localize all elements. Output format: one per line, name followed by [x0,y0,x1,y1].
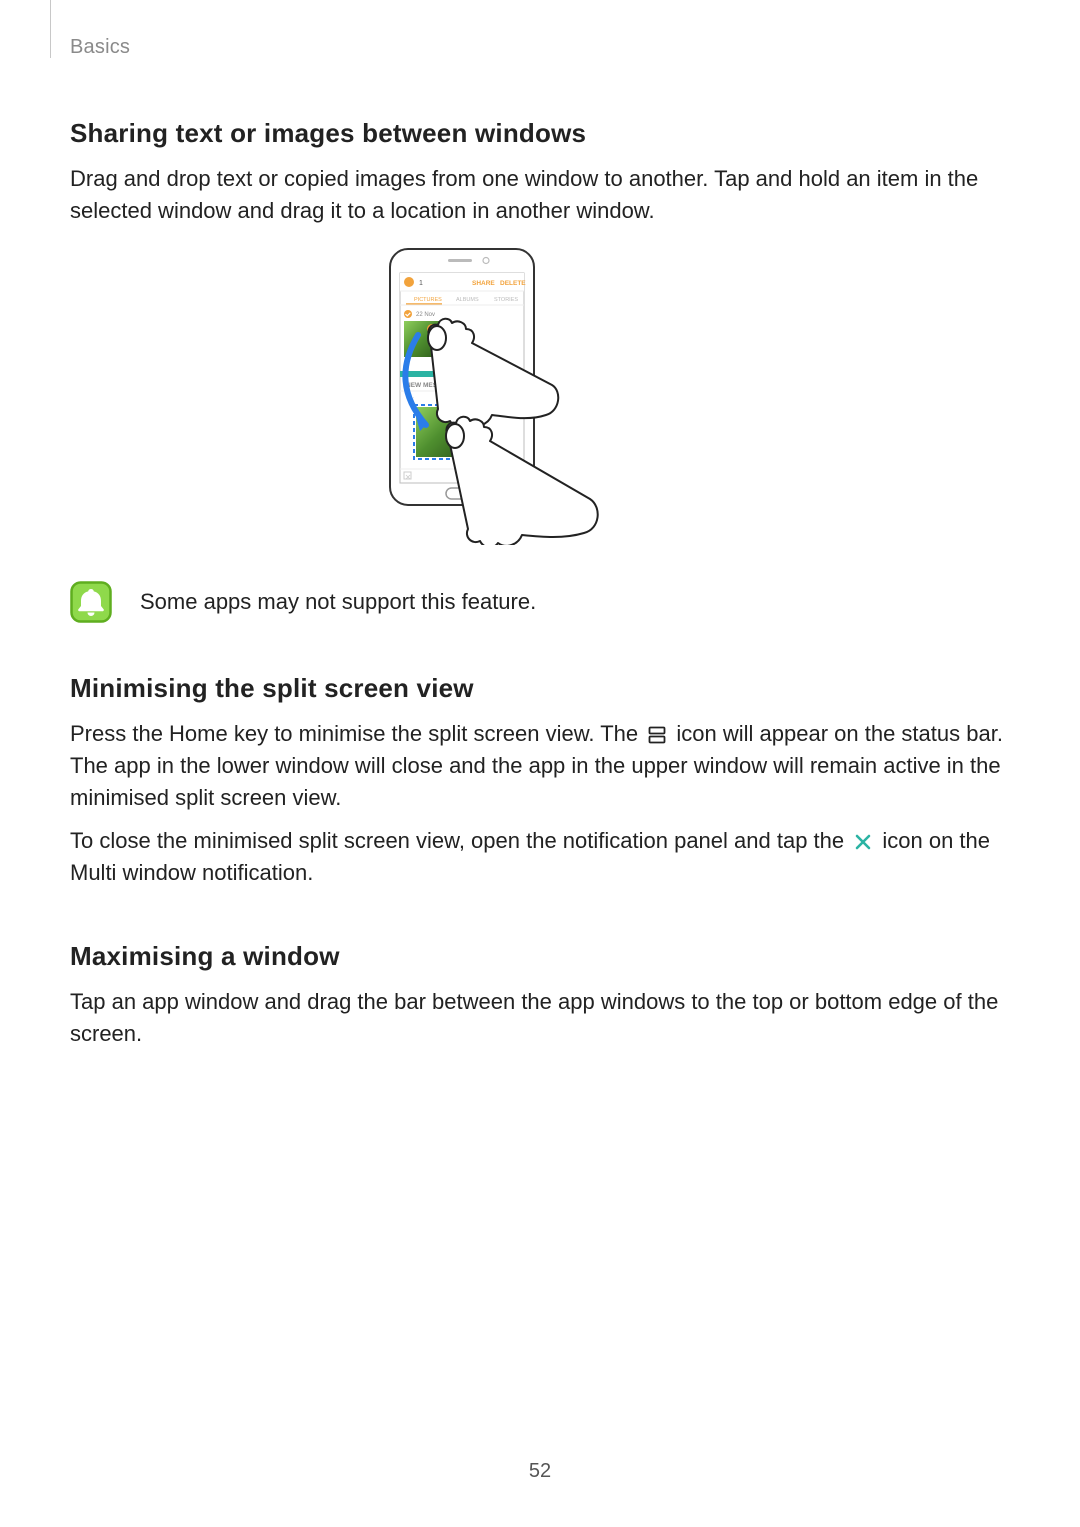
breadcrumb: Basics [70,36,130,59]
heading-maximising: Maximising a window [70,941,1010,972]
page-number: 52 [0,1460,1080,1483]
illus-delete: DELETE [500,280,526,287]
split-screen-icon [648,726,666,744]
note-row: Some apps may not support this feature. [70,581,1010,623]
note-text: Some apps may not support this feature. [140,589,536,615]
note-bell-icon [70,581,112,623]
paragraph-minimise-b: To close the minimised split screen view… [70,825,1010,889]
illus-count: 1 [419,280,423,287]
text-span: Press the Home key to minimise the split… [70,721,644,746]
svg-text:STORIES: STORIES [494,297,518,303]
heading-sharing: Sharing text or images between windows [70,118,1010,149]
text-span: To close the minimised split screen view… [70,828,850,853]
close-x-icon [854,833,872,851]
paragraph-minimise-a: Press the Home key to minimise the split… [70,718,1010,814]
paragraph-maximise: Tap an app window and drag the bar betwe… [70,986,1010,1050]
paragraph-sharing: Drag and drop text or copied images from… [70,163,1010,227]
svg-text:ALBUMS: ALBUMS [456,297,479,303]
header-rule [50,0,51,58]
heading-minimising: Minimising the split screen view [70,673,1010,704]
illustration-drag-drop: 1 SHARE DELETE PICTURES ALBUMS STORIES 2… [370,245,710,545]
illustration-wrapper: 1 SHARE DELETE PICTURES ALBUMS STORIES 2… [70,245,1010,545]
illus-share: SHARE [472,280,495,287]
svg-text:PICTURES: PICTURES [414,297,442,303]
illus-date: 22 Nov [416,312,435,318]
